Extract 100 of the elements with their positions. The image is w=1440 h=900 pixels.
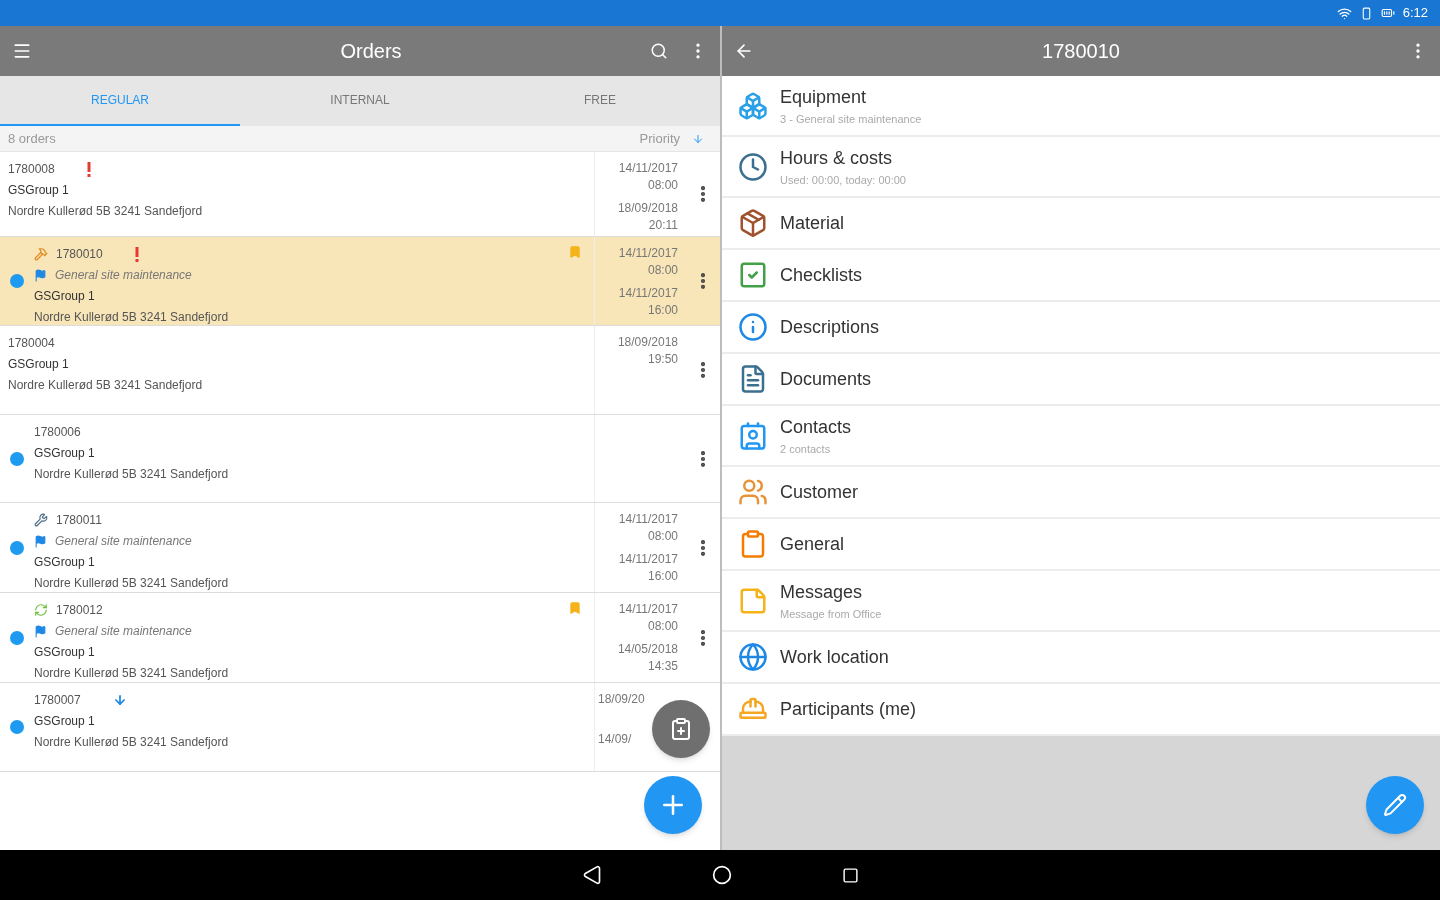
company-name: GSGroup 1: [34, 713, 96, 730]
order-time: 16:00: [647, 302, 678, 319]
package-icon: [738, 208, 768, 238]
wifi-icon: [1336, 5, 1352, 21]
pencil-icon: [1383, 793, 1407, 817]
wrench-icon: [34, 513, 48, 527]
toolbar-title: Orders: [339, 39, 403, 64]
detail-item[interactable]: Work location: [722, 632, 1440, 684]
tab[interactable]: FREE: [480, 76, 720, 126]
order-number: 1780012: [56, 602, 103, 619]
order-category: General site maintenance: [55, 533, 192, 550]
order-row[interactable]: 1780010 General site maintenance GSGroup 1 Nordre Kullerød 5B 3241 Sandefjord 14/11/2017 08:00 14/11/2017 16:00: [0, 237, 720, 326]
detail-item[interactable]: Participants (me): [722, 684, 1440, 736]
order-address: Nordre Kullerød 5B 3241 Sandefjord: [8, 377, 204, 394]
company-name: GSGroup 1: [34, 554, 96, 571]
item-subtitle: 3 - General site maintenance: [780, 111, 922, 127]
battery-icon: [1380, 6, 1395, 20]
order-row[interactable]: 1780006 GSGroup 1 Nordre Kullerød 5B 3241 Sandefjord: [0, 415, 720, 503]
detail-item[interactable]: Hours & costs Used: 00:00, today: 00:00: [722, 137, 1440, 198]
company-name: GSGroup 1: [34, 644, 96, 661]
item-subtitle: 2 contacts: [780, 441, 832, 457]
menu-icon[interactable]: [12, 41, 32, 61]
hammer-icon: [34, 247, 48, 261]
order-date: 14/05/2018: [617, 641, 678, 658]
order-time: 08:00: [647, 262, 678, 279]
contact-card-icon: [738, 420, 768, 451]
item-title: Participants (me): [780, 697, 917, 721]
recycle-icon: [34, 603, 48, 617]
order-time: 14:35: [647, 658, 678, 675]
detail-item[interactable]: Equipment 3 - General site maintenance: [722, 76, 1440, 137]
order-row[interactable]: 1780004 GSGroup 1 Nordre Kullerød 5B 3241 Sandefjord 18/09/2018 19:50: [0, 326, 720, 415]
flag-icon: [34, 268, 47, 282]
detail-item[interactable]: Checklists: [722, 250, 1440, 302]
order-time: 20:11: [648, 217, 678, 234]
order-time: 19:50: [647, 351, 678, 368]
recents-icon[interactable]: [841, 866, 859, 884]
item-title: Material: [780, 211, 845, 235]
edit-button[interactable]: [1366, 776, 1424, 834]
back-icon[interactable]: [581, 865, 602, 885]
item-title: Customer: [780, 480, 859, 504]
item-title: Work location: [780, 645, 889, 669]
order-number: 1780010: [56, 246, 103, 263]
clock-icon: [738, 151, 768, 182]
company-name: GSGroup 1: [34, 288, 96, 305]
detail-item[interactable]: Material: [722, 198, 1440, 250]
info-icon: [738, 312, 768, 342]
toolbar-title: 1780010: [1041, 39, 1121, 64]
detail-item[interactable]: Contacts 2 contacts: [722, 406, 1440, 467]
order-row[interactable]: 1780008 GSGroup 1 Nordre Kullerød 5B 3241 Sandefjord 14/11/2017 08:00 18/09/2018 20:11: [0, 152, 720, 237]
order-date: 14/11/2017: [618, 551, 678, 568]
home-icon[interactable]: [711, 865, 732, 885]
order-time: 08:00: [647, 618, 678, 635]
detail-item[interactable]: General: [722, 519, 1440, 571]
order-row[interactable]: 1780012 General site maintenance GSGroup 1 Nordre Kullerød 5B 3241 Sandefjord 14/11/2017 08:00 14/05/2018 14:35: [0, 593, 720, 683]
order-date: 18/09/2018: [617, 200, 678, 217]
search-icon[interactable]: [650, 42, 668, 60]
order-time: 16:00: [647, 568, 678, 585]
item-title: Descriptions: [780, 315, 880, 339]
add-button[interactable]: [644, 776, 702, 834]
globe-icon: [738, 642, 768, 672]
order-date: 14/11/2017: [618, 511, 678, 528]
detail-item[interactable]: Customer: [722, 467, 1440, 519]
order-category: General site maintenance: [55, 267, 192, 284]
order-row[interactable]: 1780007 GSGroup 1 Nordre Kullerød 5B 3241 Sandefjord 18/09/20 14/09/: [0, 683, 720, 772]
order-number: 1780006: [34, 424, 81, 441]
order-category: General site maintenance: [55, 623, 192, 640]
order-address: Nordre Kullerød 5B 3241 Sandefjord: [34, 309, 230, 326]
company-name: GSGroup 1: [8, 182, 70, 199]
flag-icon: [34, 624, 47, 638]
item-title: Hours & costs: [780, 146, 894, 170]
order-date: 14/11/2017: [618, 160, 678, 177]
order-address: Nordre Kullerød 5B 3241 Sandefjord: [8, 203, 204, 220]
order-address: Nordre Kullerød 5B 3241 Sandefjord: [34, 665, 230, 682]
order-address: Nordre Kullerød 5B 3241 Sandefjord: [34, 575, 230, 592]
order-date: 14/11/2017: [618, 245, 678, 262]
item-title: Checklists: [780, 263, 863, 287]
item-title: Equipment: [780, 85, 868, 109]
order-date: 14/09/: [598, 731, 632, 748]
people-icon: [738, 477, 768, 507]
item-title: General: [780, 532, 845, 556]
order-row[interactable]: 1780011 General site maintenance GSGroup 1 Nordre Kullerød 5B 3241 Sandefjord 14/11/2017 08:00 14/11/2017 16:00: [0, 503, 720, 593]
tab[interactable]: INTERNAL: [240, 76, 480, 126]
detail-item[interactable]: Documents: [722, 354, 1440, 406]
detail-item[interactable]: Messages Message from Office: [722, 571, 1440, 632]
item-title: Messages: [780, 580, 864, 604]
order-number: 1780007: [34, 692, 81, 709]
company-name: GSGroup 1: [34, 445, 96, 462]
clock-time: 6:12: [1402, 4, 1428, 23]
order-address: Nordre Kullerød 5B 3241 Sandefjord: [34, 466, 230, 483]
flag-icon: [34, 534, 47, 548]
order-number: 1780008: [8, 161, 55, 178]
order-number: 1780011: [56, 512, 102, 529]
boxes-icon: [738, 90, 768, 121]
order-date: 14/11/2017: [618, 601, 678, 618]
item-subtitle: Message from Office: [780, 606, 882, 622]
company-name: GSGroup 1: [8, 356, 70, 373]
order-date: 14/11/2017: [618, 285, 678, 302]
order-number: 1780004: [8, 335, 55, 352]
detail-item[interactable]: Descriptions: [722, 302, 1440, 354]
order-date: 18/09/20: [598, 691, 645, 708]
